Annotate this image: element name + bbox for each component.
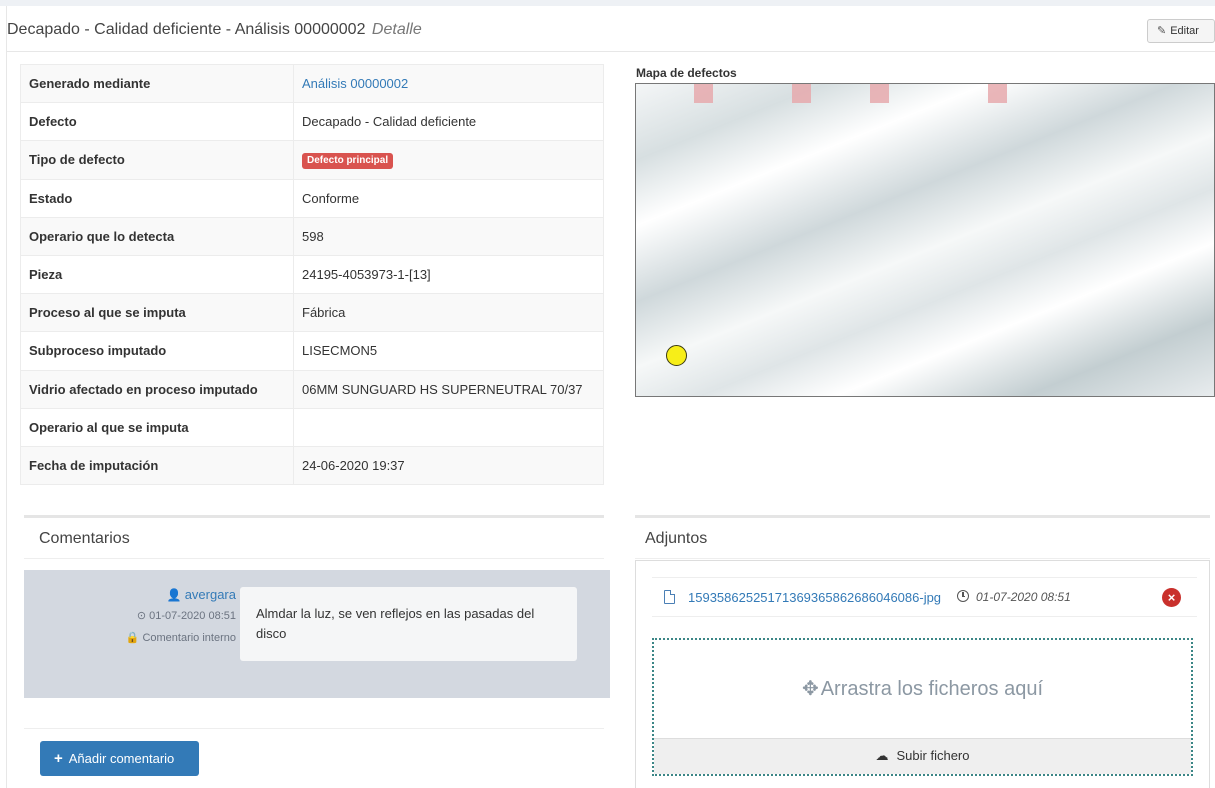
- upload-button[interactable]: ☁ Subir fichero: [654, 738, 1191, 774]
- defect-marker[interactable]: [792, 84, 811, 103]
- attachments-panel: 1593586252517136936586268604608​6-jpg 01…: [635, 560, 1210, 788]
- detail-table: Generado mediante Análisis 00000002 Defe…: [20, 63, 604, 486]
- table-row: Operario al que se imputa: [20, 407, 604, 447]
- row-value: Fábrica: [293, 293, 604, 333]
- defect-point[interactable]: [666, 345, 687, 366]
- defect-map[interactable]: [635, 83, 1215, 397]
- row-value: Decapado - Calidad deficiente: [293, 102, 604, 142]
- row-key: Operario al que se imputa: [20, 407, 294, 447]
- page-title-text: Decapado - Calidad deficiente - Análisis…: [7, 21, 366, 38]
- row-value: Defecto principal: [293, 140, 604, 180]
- comment-text: Almdar la luz, se ven reflejos en las pa…: [240, 587, 577, 661]
- row-key: Estado: [20, 178, 294, 218]
- attachment-link[interactable]: 1593586252517136936586268604608​6-jpg: [688, 590, 941, 605]
- comments-panel-title: Comentarios: [24, 515, 604, 559]
- page-title-suffix: Detalle: [371, 21, 422, 38]
- table-row: Subproceso imputado LISECMON5: [20, 331, 604, 371]
- upload-label: Subir fichero: [896, 748, 970, 763]
- comment-user-name: avergara: [184, 587, 236, 602]
- attachment-date: 01-07-2020 08:51: [976, 590, 1071, 604]
- row-value: 24-06-2020 19:37: [293, 445, 604, 486]
- dropzone-text: ✥ Arrastra los ficheros aquí: [654, 676, 1191, 701]
- comment-date: ⊙ 01-07-2020 08:51: [137, 609, 236, 622]
- move-icon: ✥: [801, 678, 819, 700]
- table-row: Pieza 24195-4053973-1-[13]: [20, 254, 604, 295]
- comment-item: 👤 avergara ⊙ 01-07-2020 08:51 🔒 Comentari…: [24, 570, 610, 698]
- defect-marker[interactable]: [694, 84, 713, 103]
- analysis-link[interactable]: Análisis 00000002: [302, 76, 408, 91]
- add-comment-button[interactable]: + Añadir comentario: [40, 741, 199, 776]
- user-icon: 👤: [166, 588, 182, 602]
- table-row: Proceso al que se imputa Fábrica: [20, 293, 604, 333]
- comments-footer: + Añadir comentario: [24, 728, 604, 788]
- table-row: Fecha de imputación 24-06-2020 19:37: [20, 445, 604, 486]
- row-key: Proceso al que se imputa: [20, 293, 294, 333]
- dropzone-label: Arrastra los ficheros aquí: [820, 678, 1044, 700]
- cloud-upload-icon: ☁: [875, 748, 889, 763]
- table-row: Defecto Decapado - Calidad deficiente: [20, 102, 604, 142]
- row-value: [293, 407, 604, 447]
- row-key: Defecto: [20, 102, 294, 142]
- comment-visibility-text: Comentario interno: [142, 632, 236, 644]
- clock-icon: ⊙: [136, 610, 150, 622]
- defect-map-label: Mapa de defectos: [636, 66, 737, 80]
- add-comment-label: Añadir comentario: [68, 751, 175, 766]
- comment-visibility: 🔒 Comentario interno: [126, 631, 236, 644]
- page-title: Decapado - Calidad deficiente - Análisis…: [7, 21, 422, 39]
- row-value: Análisis 00000002: [293, 63, 604, 104]
- page-header: Decapado - Calidad deficiente - Análisis…: [7, 6, 1215, 52]
- table-row: Vidrio afectado en proceso imputado 06MM…: [20, 369, 604, 409]
- defect-marker[interactable]: [870, 84, 889, 103]
- table-row: Tipo de defecto Defecto principal: [20, 140, 604, 180]
- row-value: 06MM SUNGUARD HS SUPERNEUTRAL 70/37: [293, 369, 604, 409]
- clock-icon: [957, 590, 969, 602]
- row-key: Generado mediante: [20, 63, 294, 104]
- attachments-panel-title: Adjuntos: [635, 515, 1210, 559]
- table-row: Operario que lo detecta 598: [20, 216, 604, 256]
- row-value: Conforme: [293, 178, 604, 218]
- row-key: Operario que lo detecta: [20, 216, 294, 256]
- attachment-row: 1593586252517136936586268604608​6-jpg 01…: [652, 577, 1197, 617]
- table-row: Estado Conforme: [20, 178, 604, 218]
- edit-button[interactable]: ✎ Editar: [1147, 19, 1215, 43]
- row-key: Pieza: [20, 254, 294, 295]
- comment-date-text: 01-07-2020 08:51: [149, 610, 236, 622]
- row-key: Subproceso imputado: [20, 331, 294, 371]
- edit-icon: ✎: [1157, 25, 1167, 37]
- row-value: LISECMON5: [293, 331, 604, 371]
- comment-user[interactable]: 👤 avergara: [167, 587, 236, 602]
- row-value: 24195-4053973-1-[13]: [293, 254, 604, 295]
- file-icon: [664, 590, 675, 604]
- left-rule: [6, 6, 7, 788]
- plus-icon: +: [54, 750, 63, 767]
- lock-icon: 🔒: [125, 632, 143, 644]
- delete-attachment-button[interactable]: ×: [1162, 588, 1181, 607]
- row-key: Fecha de imputación: [20, 445, 294, 486]
- row-key: Vidrio afectado en proceso imputado: [20, 369, 294, 409]
- defect-type-badge: Defecto principal: [302, 152, 394, 169]
- edit-button-label: Editar: [1170, 25, 1199, 37]
- row-key: Tipo de defecto: [20, 140, 294, 180]
- file-dropzone[interactable]: ✥ Arrastra los ficheros aquí ☁ Subir fiche…: [652, 638, 1193, 776]
- table-row: Generado mediante Análisis 00000002: [20, 63, 604, 104]
- row-value: 598: [293, 216, 604, 256]
- defect-marker[interactable]: [988, 84, 1007, 103]
